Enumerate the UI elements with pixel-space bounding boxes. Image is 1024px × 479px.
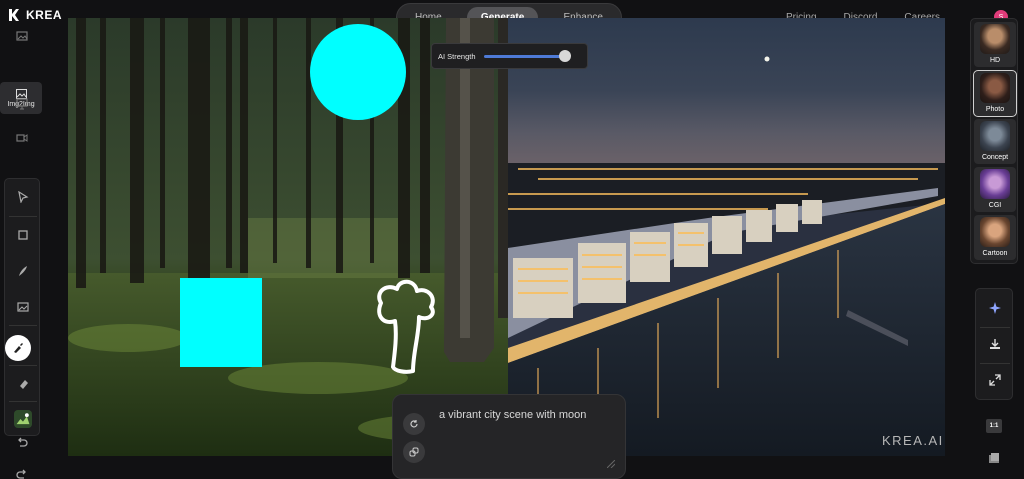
city-night-image xyxy=(508,18,945,456)
refresh-prompt-icon[interactable] xyxy=(403,413,425,435)
style-cgi-label: CGI xyxy=(988,202,1002,209)
style-hd[interactable]: HD xyxy=(974,22,1016,67)
style-concept-label: Concept xyxy=(981,154,1009,161)
style-photo-label: Photo xyxy=(985,106,1005,113)
undo-icon[interactable] xyxy=(6,428,38,456)
prompt-input[interactable]: a vibrant city scene with moon xyxy=(439,409,586,421)
krea-watermark: KREA.AI xyxy=(882,433,944,448)
image-tool-icon[interactable] xyxy=(6,22,38,50)
download-icon[interactable] xyxy=(984,333,1006,355)
cyan-square-shape[interactable] xyxy=(180,278,262,367)
drawing-tools-group xyxy=(4,178,40,436)
ai-strength-slider[interactable]: AI Strength xyxy=(431,43,588,69)
concept-thumbnail xyxy=(980,121,1010,151)
output-preview xyxy=(508,18,945,456)
aspect-ratio-button[interactable]: 1:1 xyxy=(986,419,1002,433)
brush-tool-active[interactable] xyxy=(5,335,31,361)
cyan-circle-shape[interactable] xyxy=(310,24,406,120)
cgi-thumbnail xyxy=(980,169,1010,199)
monitor-tool-icon[interactable] xyxy=(6,90,38,118)
style-hd-label: HD xyxy=(989,57,1001,64)
expand-icon[interactable] xyxy=(984,369,1006,391)
resize-handle-icon[interactable] xyxy=(607,460,615,468)
krea-app: KREA Home Generate Enhance Pricing Disco… xyxy=(0,0,1024,479)
rectangle-tool-icon[interactable] xyxy=(7,221,39,249)
sparkle-enhance-icon[interactable] xyxy=(984,297,1006,319)
link-prompt-icon[interactable] xyxy=(403,441,425,463)
style-cgi[interactable]: CGI xyxy=(974,167,1016,212)
hd-thumbnail xyxy=(980,24,1010,54)
ai-strength-track[interactable] xyxy=(483,49,572,62)
eraser-tool-icon[interactable] xyxy=(7,369,39,397)
left-toolbar: Img2Img xyxy=(0,20,44,479)
prompt-box[interactable]: a vibrant city scene with moon xyxy=(392,394,626,479)
layers-icon[interactable] xyxy=(987,451,1001,465)
ai-strength-label: AI Strength xyxy=(438,51,476,61)
style-cartoon-label: Cartoon xyxy=(982,250,1008,257)
style-photo[interactable]: Photo xyxy=(973,70,1017,117)
forest-sketch-image xyxy=(68,18,508,456)
redo-icon[interactable] xyxy=(6,460,38,479)
image-insert-icon[interactable] xyxy=(7,293,39,321)
select-cursor-icon[interactable] xyxy=(7,183,39,211)
style-concept[interactable]: Concept xyxy=(974,119,1016,164)
style-presets: HD Photo Concept CGI Cartoon xyxy=(970,18,1018,264)
photo-thumbnail xyxy=(980,73,1010,103)
cartoon-thumbnail xyxy=(980,217,1010,247)
input-canvas[interactable] xyxy=(68,18,508,456)
brush-icon xyxy=(14,343,23,353)
style-cartoon[interactable]: Cartoon xyxy=(974,215,1016,260)
video-tool-icon[interactable] xyxy=(6,124,38,152)
ai-strength-thumb[interactable] xyxy=(559,49,572,62)
pen-tool-icon[interactable] xyxy=(7,257,39,285)
output-actions xyxy=(975,288,1013,400)
